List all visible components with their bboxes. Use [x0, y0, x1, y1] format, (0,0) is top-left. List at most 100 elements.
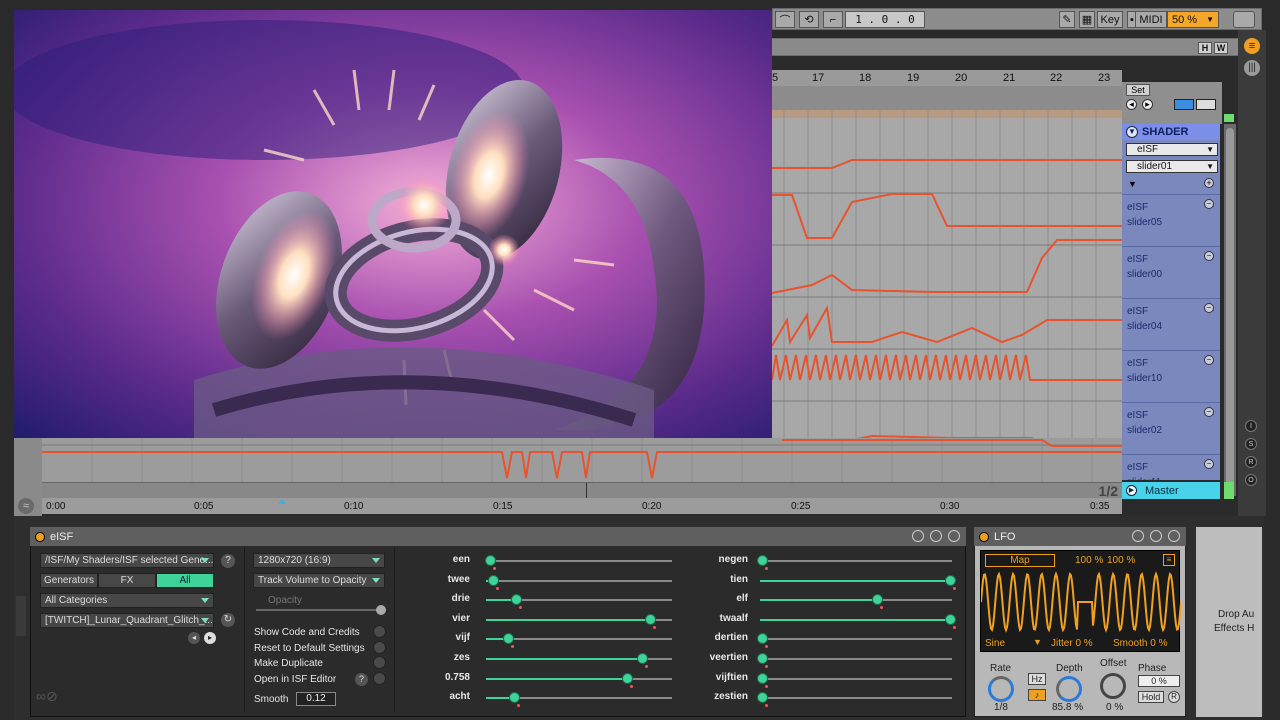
slider-knob[interactable]	[756, 692, 768, 704]
make-duplicate-button[interactable]: Make Duplicate	[254, 658, 323, 669]
master-track-header[interactable]: ▶ Master	[1122, 482, 1220, 499]
slider-zes[interactable]	[486, 653, 672, 668]
remove-lane-icon[interactable]: −	[1204, 199, 1214, 209]
tab-all[interactable]: All	[156, 573, 214, 588]
parameter-chooser[interactable]: slider01 ▼	[1126, 160, 1218, 173]
show-code-button[interactable]: Show Code and Credits	[254, 627, 360, 638]
lane-header[interactable]: eISF slider00−	[1122, 246, 1220, 298]
vertical-scrollbar[interactable]	[1224, 124, 1236, 496]
depth-knob[interactable]	[1056, 676, 1082, 702]
note-sync-icon[interactable]: ♪	[1028, 689, 1046, 701]
remove-lane-icon[interactable]: −	[1204, 407, 1214, 417]
lock-icon[interactable]	[1196, 99, 1216, 110]
wave-icon[interactable]: ≈	[18, 498, 34, 514]
scroll-thumb[interactable]	[1226, 128, 1234, 488]
punch-button[interactable]: ⌐	[823, 11, 843, 28]
slider-knob[interactable]	[508, 692, 520, 704]
retrigger-button[interactable]: R	[1168, 691, 1180, 703]
next-locator-icon[interactable]: ▸	[1142, 99, 1153, 110]
remove-lane-icon[interactable]: −	[1204, 303, 1214, 313]
slider-twaalf[interactable]	[760, 613, 957, 629]
io-icon[interactable]: I	[1245, 420, 1257, 432]
automation-envelope-bottom[interactable]	[42, 438, 1122, 482]
slider-knob[interactable]	[945, 574, 957, 586]
scrub-area[interactable]	[772, 86, 1122, 110]
slider-vijftien[interactable]	[756, 672, 952, 688]
slider-0-758[interactable]	[486, 672, 672, 688]
bar-ruler[interactable]: 5 17 18 19 20 21 22 23	[772, 70, 1122, 86]
slider-knob[interactable]	[488, 574, 500, 586]
window-button[interactable]	[1233, 11, 1255, 28]
device-chooser[interactable]: eISF ▼	[1126, 143, 1218, 156]
device-power-icon[interactable]	[979, 531, 989, 542]
resolution-select[interactable]: 1280x720 (16:9)	[253, 553, 385, 568]
shader-track-header[interactable]: ▼ SHADER	[1122, 124, 1220, 140]
opacity-mode-select[interactable]: Track Volume to Opacity	[253, 573, 385, 588]
eisf-device-header[interactable]: eISF	[30, 527, 966, 546]
slider-knob[interactable]	[622, 672, 634, 684]
open-isf-editor-button[interactable]: Open in ISF Editor	[254, 674, 336, 685]
slider-knob[interactable]	[637, 653, 649, 664]
automation-lanes[interactable]	[771, 110, 1122, 480]
sends-icon[interactable]: S	[1245, 438, 1257, 450]
slider-drie[interactable]	[486, 594, 672, 610]
hz-button[interactable]: Hz	[1028, 673, 1046, 685]
fold-icon[interactable]: ▼	[1126, 126, 1138, 138]
map-button[interactable]: Map	[985, 554, 1055, 567]
mixer-icon[interactable]: |||	[1244, 60, 1260, 76]
lfo-device-header[interactable]: LFO	[974, 527, 1186, 546]
menu-icon[interactable]: ≡	[1163, 554, 1175, 566]
pin-icon[interactable]	[1132, 530, 1144, 542]
slider-knob[interactable]	[756, 653, 768, 664]
slider-knob[interactable]	[945, 613, 957, 625]
device-fold-handle[interactable]	[16, 596, 26, 636]
song-position-field[interactable]: 1 . 0 . 0	[845, 11, 925, 28]
slider-knob[interactable]	[756, 633, 768, 645]
lane-header[interactable]: eISF slider04−	[1122, 298, 1220, 350]
tab-generators[interactable]: Generators	[40, 573, 98, 588]
slider-knob[interactable]	[503, 633, 515, 645]
show-lanes-icon[interactable]: ▼	[1128, 179, 1137, 189]
open-isf-editor-toggle[interactable]	[373, 672, 386, 685]
slider-acht[interactable]	[486, 692, 672, 708]
lane-header[interactable]: eISF slider02−	[1122, 402, 1220, 454]
refresh-icon[interactable]: ↻	[221, 613, 235, 627]
reset-defaults-button[interactable]: Reset to Default Settings	[254, 643, 365, 654]
slider-veertien[interactable]	[756, 653, 952, 668]
slider-twee[interactable]	[486, 574, 672, 590]
phase-field[interactable]: 0 %	[1138, 675, 1180, 687]
smooth-value-field[interactable]: 0.12	[296, 692, 336, 706]
crossfade-icon[interactable]: O	[1245, 474, 1257, 486]
automation-lane-bottom[interactable]	[42, 438, 1122, 482]
prev-preset-icon[interactable]: ◂	[188, 632, 200, 644]
loop-button[interactable]: ⟲	[799, 11, 819, 28]
drop-effects-area[interactable]: Drop Au Effects H	[1196, 527, 1262, 717]
marker-icon[interactable]	[278, 499, 286, 504]
key-map-button[interactable]: Key	[1097, 11, 1123, 28]
slider-elf[interactable]	[760, 594, 952, 610]
device-power-icon[interactable]	[35, 531, 45, 542]
lane-header[interactable]: eISF slider05−	[1122, 194, 1220, 246]
add-lane-icon[interactable]: +	[1204, 178, 1214, 188]
slider-vijf[interactable]	[486, 633, 672, 649]
opacity-slider[interactable]	[256, 609, 380, 611]
tab-fx[interactable]: FX	[98, 573, 156, 588]
save-preset-icon[interactable]	[1150, 530, 1162, 542]
menu-icon[interactable]: ≡	[1244, 38, 1260, 54]
help-icon[interactable]: ?	[221, 554, 235, 568]
make-duplicate-toggle[interactable]	[373, 656, 386, 669]
expand-icon[interactable]	[948, 530, 960, 542]
remove-lane-icon[interactable]: −	[1204, 355, 1214, 365]
midi-map-button[interactable]: MIDI	[1135, 11, 1167, 28]
return-icon[interactable]: R	[1245, 456, 1257, 468]
slider-vier[interactable]	[486, 613, 672, 629]
slider-knob[interactable]	[872, 594, 884, 606]
slider-knob[interactable]	[644, 613, 656, 625]
pin-icon[interactable]	[912, 530, 924, 542]
lfo-waveform-display[interactable]: Map 100 % 100 % ≡ Sine ▼ Jitter 0 % Smoo…	[980, 550, 1181, 652]
next-preset-icon[interactable]: ▸	[204, 632, 216, 644]
shape-select[interactable]: Sine	[985, 638, 1005, 649]
automation-mode-icon[interactable]	[1174, 99, 1194, 110]
slider-knob[interactable]	[510, 594, 522, 606]
slider-negen[interactable]	[756, 555, 952, 570]
